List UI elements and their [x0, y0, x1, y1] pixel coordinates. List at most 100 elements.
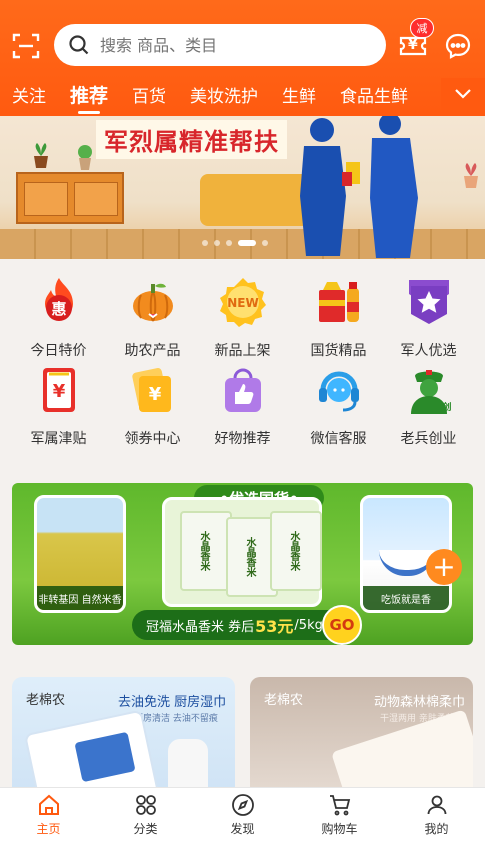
- tabbar-discover[interactable]: 发现: [194, 788, 291, 842]
- new-badge-icon: NEW: [219, 278, 266, 327]
- product-card-wipes[interactable]: 老棉农 去油免洗 厨房湿巾 厨房清洁 去油不留痕: [12, 677, 235, 797]
- shortcut-today-deals[interactable]: 惠 今日特价: [10, 276, 107, 364]
- shortcut-label: 微信客服: [310, 431, 367, 447]
- search-bar[interactable]: [54, 24, 386, 66]
- headset-icon: [318, 371, 359, 412]
- shortcut-label: 军人优选: [400, 343, 457, 359]
- shortcut-label: 老兵创业: [400, 431, 457, 447]
- shortcut-label: 助农产品: [124, 343, 181, 359]
- search-input[interactable]: [100, 35, 340, 55]
- tabbar-label: 分类: [133, 822, 158, 836]
- shortcut-label: 好物推荐: [214, 431, 271, 447]
- banner-title: 军烈属精准帮扶: [96, 120, 287, 159]
- svg-text:NEW: NEW: [227, 296, 258, 310]
- card-brand: 老棉农: [264, 693, 304, 708]
- card-brand: 老棉农: [26, 693, 66, 708]
- tabbar-cart[interactable]: 购物车: [291, 788, 388, 842]
- shortcut-domestic-goods[interactable]: 国货精品: [290, 276, 387, 364]
- tab-beauty[interactable]: 美妆洗护: [178, 82, 270, 107]
- tab-follow[interactable]: 关注: [0, 82, 58, 107]
- shortcut-farm-products[interactable]: 助农产品: [104, 276, 201, 364]
- rice-bag: 水晶香米: [180, 511, 232, 591]
- shortcut-label: 新品上架: [214, 343, 271, 359]
- shortcut-label: 领券中心: [124, 431, 181, 447]
- shortcut-recommended[interactable]: 好物推荐: [194, 364, 291, 452]
- profile-icon: [427, 795, 446, 815]
- banner-cabinet-illustration: [16, 172, 124, 224]
- card-title: 动物森林棉柔巾: [374, 695, 466, 710]
- cart-icon: [329, 795, 350, 816]
- shortcut-label: 国货精品: [310, 343, 367, 359]
- product-card-cotton-tissue[interactable]: 老棉农 动物森林棉柔巾 干湿两用 亲肤柔软: [250, 677, 473, 797]
- svg-text:¥: ¥: [148, 384, 161, 405]
- banner-pagination: [202, 240, 268, 246]
- category-icon: [135, 795, 156, 815]
- tabbar-home[interactable]: 主页: [0, 788, 97, 842]
- tabbar-category[interactable]: 分类: [97, 788, 194, 842]
- allowance-envelope-icon: ¥: [42, 368, 75, 412]
- compass-icon: [231, 794, 254, 816]
- promo-right-caption: 吃饭就是香: [363, 586, 449, 610]
- star-badge-icon: [408, 280, 449, 324]
- goods-gift-icon: [318, 282, 359, 322]
- thumbs-up-bag-icon: [224, 368, 261, 412]
- coupon-badge: 减: [410, 18, 434, 38]
- card-title: 去油免洗 厨房湿巾: [118, 695, 227, 710]
- bottom-tab-bar: 主页 分类 发现 购物车 我的: [0, 787, 485, 842]
- deal-suffix: /5kg: [294, 617, 323, 633]
- top-header: ¥ 减 关注 推荐 百货 美妆洗护 生鲜 食品生鲜: [0, 0, 485, 116]
- tabbar-label: 发现: [230, 822, 255, 836]
- pagination-dot[interactable]: [226, 240, 232, 246]
- add-button[interactable]: +: [426, 549, 462, 585]
- banner-people-illustration: [300, 116, 418, 258]
- plant-icon: [464, 163, 478, 188]
- tabbar-label: 主页: [36, 822, 61, 836]
- card-subtitle: 厨房清洁 去油不留痕: [134, 714, 218, 724]
- deal-price: 53元: [255, 617, 294, 636]
- coupon-ticket-icon: ¥: [131, 368, 171, 412]
- pumpkin-icon: [132, 283, 173, 322]
- hero-banner[interactable]: 军烈属精准帮扶: [0, 116, 485, 259]
- shortcut-veteran-business[interactable]: 创 老兵创业: [380, 364, 477, 452]
- hui-flame-icon: 惠: [44, 278, 73, 321]
- tabbar-profile[interactable]: 我的: [388, 788, 485, 842]
- plant-icon: [78, 145, 92, 170]
- tab-fresh[interactable]: 生鲜: [270, 82, 328, 107]
- promo-banner[interactable]: 非转基因 自然米香 •优选国货• 水晶香米 水晶香米 水晶香米 吃饭就是香 + …: [12, 483, 473, 645]
- chevron-down-icon: [455, 89, 471, 99]
- go-button[interactable]: GO: [322, 605, 362, 645]
- promo-left-card: 非转基因 自然米香: [34, 495, 126, 613]
- tabbar-label: 购物车: [321, 822, 358, 836]
- home-icon: [38, 794, 59, 815]
- veteran-icon: 创: [410, 370, 451, 414]
- tabs-expand-button[interactable]: [441, 78, 485, 110]
- shortcut-wechat-service[interactable]: 微信客服: [290, 364, 387, 452]
- promo-left-caption: 非转基因 自然米香: [37, 586, 123, 610]
- pagination-dot-active[interactable]: [238, 240, 256, 246]
- pagination-dot[interactable]: [262, 240, 268, 246]
- svg-text:创: 创: [441, 401, 451, 413]
- coupon-yen: ¥: [408, 37, 418, 53]
- svg-text:¥: ¥: [52, 381, 65, 402]
- message-icon[interactable]: [444, 32, 472, 60]
- plant-icon: [34, 143, 48, 168]
- shortcut-label: 今日特价: [30, 343, 87, 359]
- svg-text:惠: 惠: [51, 300, 66, 318]
- shortcut-coupon-center[interactable]: ¥ 领券中心: [104, 364, 201, 452]
- deal-prefix: 冠福水晶香米 券后: [146, 619, 255, 635]
- shortcut-grid: 惠 今日特价 助农产品 NEW 新品上架 国货精品 军人优选 ¥ 军属津贴 ¥ …: [0, 266, 485, 462]
- tab-recommend[interactable]: 推荐: [58, 81, 120, 114]
- tab-food-fresh[interactable]: 食品生鲜: [328, 82, 420, 107]
- pagination-dot[interactable]: [202, 240, 208, 246]
- tab-general-goods[interactable]: 百货: [120, 82, 178, 107]
- shortcut-family-allowance[interactable]: ¥ 军属津贴: [10, 364, 107, 452]
- promo-deal: 冠福水晶香米 券后 53元 /5kg: [132, 610, 342, 640]
- shortcut-label: 军属津贴: [30, 431, 87, 447]
- shortcut-new-arrivals[interactable]: NEW 新品上架: [194, 276, 291, 364]
- tabbar-label: 我的: [424, 822, 449, 836]
- search-icon: [69, 35, 89, 55]
- rice-bag: 水晶香米: [270, 511, 322, 591]
- pagination-dot[interactable]: [214, 240, 220, 246]
- scan-icon[interactable]: [12, 32, 40, 60]
- shortcut-military-picks[interactable]: 军人优选: [380, 276, 477, 364]
